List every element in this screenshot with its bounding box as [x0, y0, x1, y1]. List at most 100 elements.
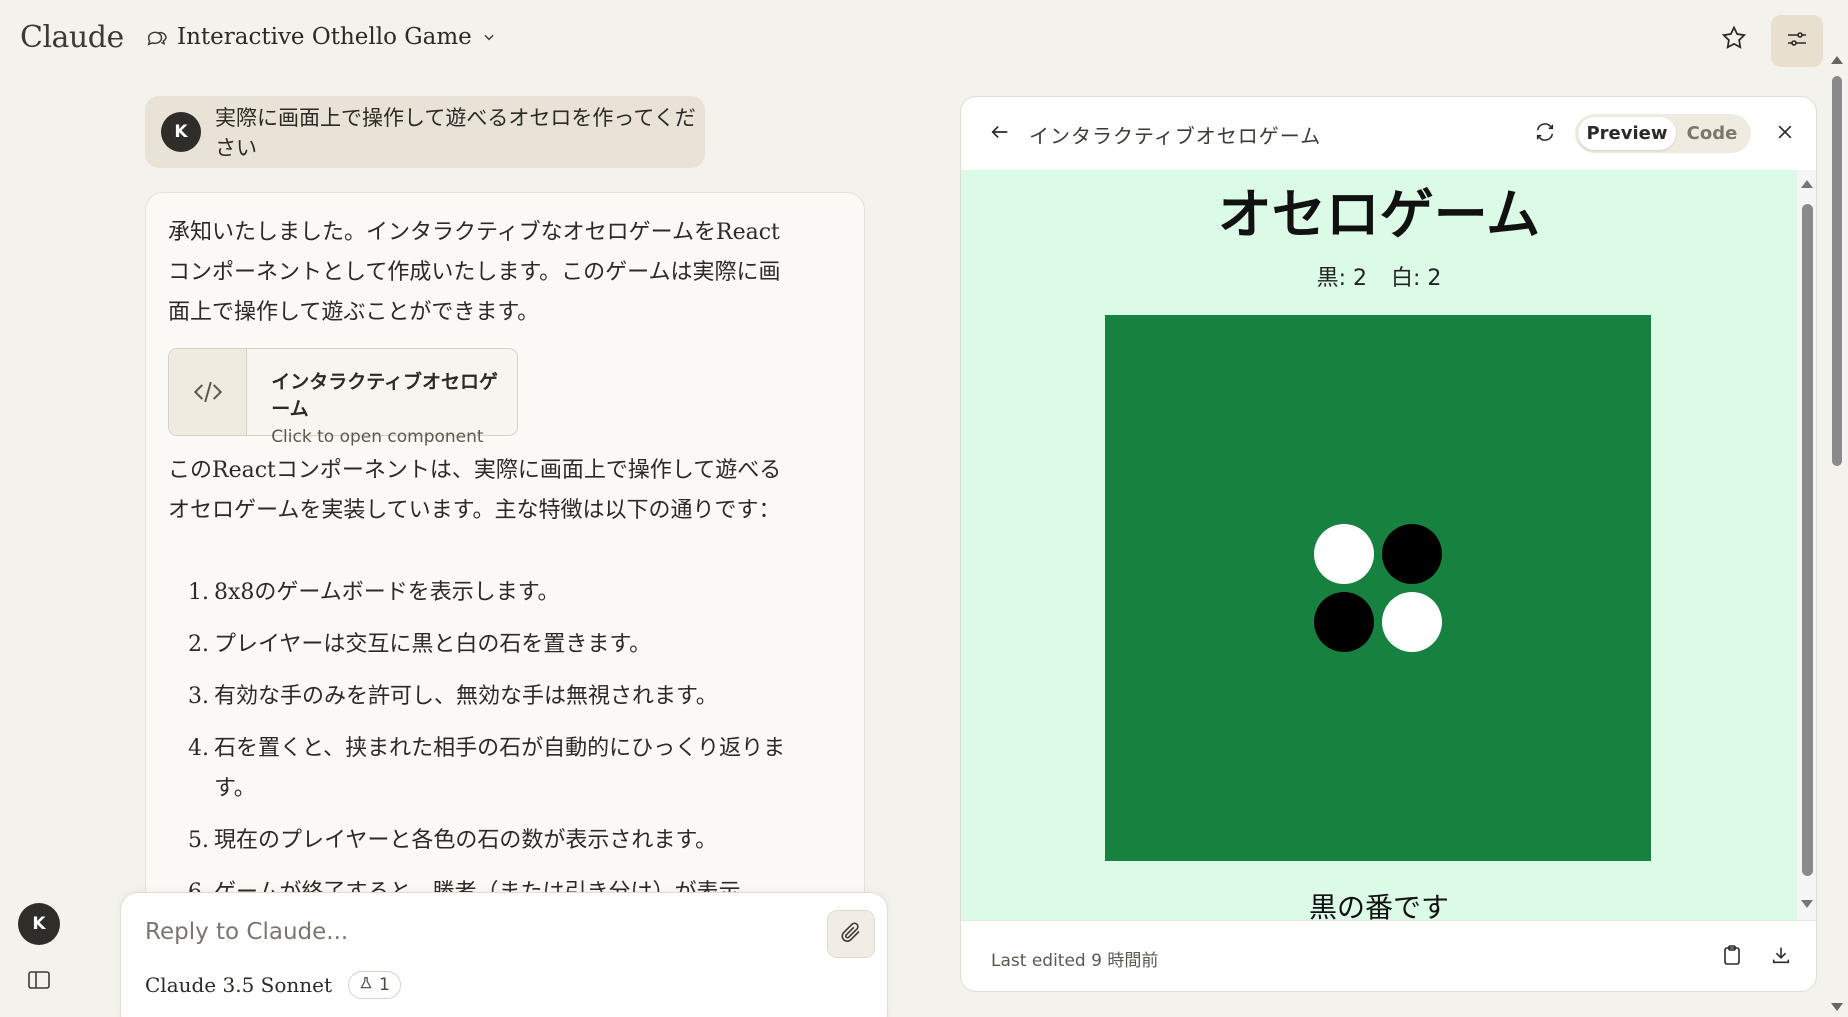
board-cell[interactable]	[1310, 656, 1378, 724]
board-cell[interactable]	[1242, 656, 1310, 724]
board-cell[interactable]	[1105, 588, 1173, 656]
tab-code[interactable]: Code	[1676, 117, 1748, 150]
assistant-description: このReactコンポーネントは、実際に画面上で操作して遊べるオセロゲームを実装し…	[168, 458, 782, 523]
board-cell[interactable]	[1515, 656, 1583, 724]
board-cell[interactable]	[1173, 656, 1241, 724]
board-cell[interactable]	[1173, 588, 1241, 656]
page-scroll-up-arrow[interactable]	[1831, 56, 1843, 64]
preview-scrollbar-thumb[interactable]	[1802, 204, 1813, 876]
page-scroll-down-arrow[interactable]	[1831, 1003, 1843, 1011]
board-cell[interactable]	[1446, 520, 1514, 588]
board-cell[interactable]	[1242, 520, 1310, 588]
board-cell[interactable]	[1583, 452, 1651, 520]
board-cell[interactable]	[1446, 588, 1514, 656]
assistant-intro: 承知いたしました。インタラクティブなオセロゲームをReactコンポーネントとして…	[168, 220, 781, 325]
board-cell[interactable]	[1173, 452, 1241, 520]
board-cell[interactable]	[1173, 383, 1241, 451]
board-cell[interactable]	[1583, 520, 1651, 588]
code-icon	[169, 349, 248, 435]
board-cell[interactable]	[1583, 656, 1651, 724]
board-cell[interactable]	[1310, 383, 1378, 451]
board-cell[interactable]	[1515, 315, 1583, 383]
board-cell[interactable]	[1515, 588, 1583, 656]
board-cell[interactable]	[1583, 588, 1651, 656]
board-cell[interactable]	[1446, 725, 1514, 793]
list-item: 3. 有効な手のみを許可し、無効な手は無視されます。	[188, 677, 848, 717]
claude-logo[interactable]: Claude	[20, 20, 124, 55]
board-cell[interactable]	[1515, 725, 1583, 793]
scroll-down-arrow[interactable]	[1801, 900, 1813, 908]
model-selector[interactable]: Claude 3.5 Sonnet	[145, 973, 332, 997]
account-avatar[interactable]: K	[18, 903, 60, 945]
reply-input[interactable]: Reply to Claude...	[145, 919, 348, 945]
arrow-left-icon	[989, 121, 1011, 147]
chat-title-button[interactable]: Interactive Othello Game	[145, 24, 496, 50]
board-cell[interactable]	[1378, 520, 1446, 588]
board-cell[interactable]	[1173, 520, 1241, 588]
artifact-card[interactable]: インタラクティブオセロゲーム Click to open component	[168, 348, 518, 447]
board-cell[interactable]	[1583, 315, 1651, 383]
board-cell[interactable]	[1173, 315, 1241, 383]
board-cell[interactable]	[1105, 520, 1173, 588]
board-cell[interactable]	[1173, 725, 1241, 793]
board-cell[interactable]	[1105, 315, 1173, 383]
board-cell[interactable]	[1105, 452, 1173, 520]
download-button[interactable]	[1766, 942, 1796, 972]
page-scrollbar[interactable]	[1826, 48, 1848, 1017]
board-cell[interactable]	[1310, 588, 1378, 656]
board-cell[interactable]	[1446, 656, 1514, 724]
board-cell[interactable]	[1310, 315, 1378, 383]
board-cell[interactable]	[1515, 793, 1583, 861]
page-scrollbar-thumb[interactable]	[1832, 76, 1842, 466]
board-cell[interactable]	[1446, 793, 1514, 861]
board-cell[interactable]	[1378, 315, 1446, 383]
board-cell[interactable]	[1242, 383, 1310, 451]
back-button[interactable]	[985, 119, 1015, 149]
othello-board	[1105, 315, 1651, 861]
board-cell[interactable]	[1378, 588, 1446, 656]
copy-button[interactable]	[1717, 942, 1747, 972]
board-cell[interactable]	[1515, 383, 1583, 451]
board-cell[interactable]	[1446, 315, 1514, 383]
board-cell[interactable]	[1378, 383, 1446, 451]
tab-preview[interactable]: Preview	[1578, 117, 1676, 150]
scroll-up-arrow[interactable]	[1801, 180, 1813, 188]
refresh-icon	[1534, 121, 1556, 147]
style-badge[interactable]: 1	[348, 971, 401, 999]
board-cell[interactable]	[1583, 383, 1651, 451]
board-cell[interactable]	[1310, 793, 1378, 861]
board-cell[interactable]	[1515, 520, 1583, 588]
board-cell[interactable]	[1378, 725, 1446, 793]
reply-box[interactable]: Reply to Claude... Claude 3.5 Sonnet 1	[120, 892, 888, 1017]
board-cell[interactable]	[1105, 656, 1173, 724]
board-cell[interactable]	[1583, 725, 1651, 793]
sidebar-toggle-icon[interactable]	[28, 970, 50, 990]
board-cell[interactable]	[1515, 452, 1583, 520]
board-cell[interactable]	[1583, 793, 1651, 861]
board-cell[interactable]	[1105, 793, 1173, 861]
board-cell[interactable]	[1310, 520, 1378, 588]
board-cell[interactable]	[1378, 793, 1446, 861]
board-cell[interactable]	[1310, 452, 1378, 520]
board-cell[interactable]	[1105, 725, 1173, 793]
refresh-button[interactable]	[1529, 118, 1561, 150]
settings-button[interactable]	[1771, 15, 1823, 67]
board-cell[interactable]	[1242, 588, 1310, 656]
board-cell[interactable]	[1242, 725, 1310, 793]
board-cell[interactable]	[1242, 315, 1310, 383]
board-cell[interactable]	[1173, 793, 1241, 861]
attach-button[interactable]	[827, 910, 875, 958]
board-cell[interactable]	[1242, 452, 1310, 520]
paperclip-icon	[839, 920, 863, 948]
star-button[interactable]	[1716, 22, 1752, 58]
close-button[interactable]	[1769, 118, 1801, 150]
board-cell[interactable]	[1378, 452, 1446, 520]
board-cell[interactable]	[1446, 452, 1514, 520]
preview-scrollbar[interactable]	[1797, 170, 1816, 920]
board-cell[interactable]	[1242, 793, 1310, 861]
list-item-number: 4.	[188, 736, 209, 761]
board-cell[interactable]	[1105, 383, 1173, 451]
board-cell[interactable]	[1378, 656, 1446, 724]
board-cell[interactable]	[1446, 383, 1514, 451]
board-cell[interactable]	[1310, 725, 1378, 793]
